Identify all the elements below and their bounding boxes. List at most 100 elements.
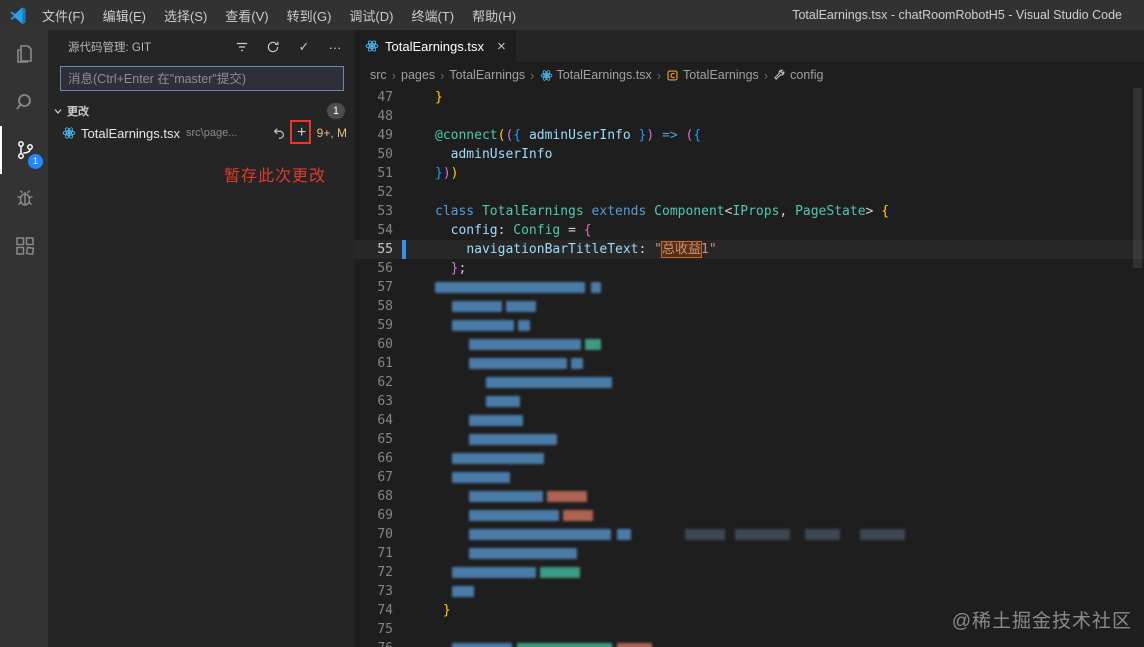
gutter-decorations [399, 563, 435, 582]
modified-line-marker [402, 240, 406, 259]
gutter-decorations [399, 183, 435, 202]
chevron-right-icon: › [440, 67, 445, 83]
menu-item-4[interactable]: 转到(G) [278, 6, 341, 25]
refresh-icon[interactable] [265, 39, 281, 55]
stage-changes-icon[interactable]: + [289, 120, 311, 144]
code-line-56: 56 }; [355, 259, 1144, 278]
activity-search-icon[interactable] [0, 78, 48, 126]
line-number: 72 [377, 565, 393, 580]
gutter-decorations [399, 202, 435, 221]
gutter-decorations [399, 468, 435, 487]
more-actions-icon[interactable]: ··· [327, 39, 343, 55]
gutter-decorations [399, 544, 435, 563]
commit-check-icon[interactable]: ✓ [296, 39, 312, 55]
code-text [435, 430, 1144, 449]
activity-extensions-icon[interactable] [0, 222, 48, 270]
discard-changes-icon[interactable] [271, 125, 287, 141]
line-number: 50 [377, 147, 393, 162]
changes-section-header[interactable]: 更改 1 [48, 100, 355, 122]
gutter-decorations [399, 411, 435, 430]
breadcrumb-item-src[interactable]: src [370, 68, 387, 82]
changes-count-badge: 1 [326, 103, 345, 119]
menu-item-6[interactable]: 终端(T) [402, 6, 463, 25]
code-text [435, 297, 1144, 316]
menu-item-2[interactable]: 选择(S) [155, 6, 216, 25]
gutter-decorations [399, 601, 435, 620]
code-text [435, 392, 1144, 411]
chevron-right-icon: › [763, 67, 769, 83]
gutter-decorations [399, 126, 435, 145]
line-number: 57 [377, 280, 393, 295]
gutter-decorations [399, 525, 435, 544]
code-line-66: 66 [355, 449, 1144, 468]
redacted-code-block [469, 434, 557, 445]
breadcrumb-item-TotalEarnings[interactable]: TotalEarnings [449, 68, 525, 82]
activity-source-control-icon[interactable]: 1 [0, 126, 48, 174]
redacted-code-block [805, 529, 840, 540]
redacted-code-block [735, 529, 790, 540]
tab-totalearnings[interactable]: TotalEarnings.tsx × [355, 30, 516, 62]
redacted-code-block [585, 339, 601, 350]
code-line-67: 67 [355, 468, 1144, 487]
menu-item-3[interactable]: 查看(V) [216, 6, 277, 25]
editor-area: TotalEarnings.tsx × src › pages › TotalEarni… [355, 30, 1144, 647]
file-name: TotalEarnings.tsx [81, 125, 180, 141]
line-number: 58 [377, 299, 393, 314]
line-number: 69 [377, 508, 393, 523]
menu-item-7[interactable]: 帮助(H) [463, 6, 525, 25]
gutter-decorations [399, 392, 435, 411]
chevron-right-icon: › [530, 67, 535, 83]
code-line-47: 47} [355, 88, 1144, 107]
menu-item-1[interactable]: 编辑(E) [94, 6, 155, 25]
chevron-right-icon: › [391, 67, 397, 83]
breadcrumb-item-TotalEarnings[interactable]: TotalEarnings [666, 68, 759, 82]
gutter-decorations [399, 88, 435, 107]
gutter-decorations [399, 487, 435, 506]
redacted-code-block [469, 358, 567, 369]
breadcrumb-item-pages[interactable]: pages [401, 68, 435, 82]
line-number: 60 [377, 337, 393, 352]
redacted-code-block [486, 396, 520, 407]
activity-bar: 1 [0, 30, 48, 647]
activity-explorer-icon[interactable] [0, 30, 48, 78]
code-line-59: 59 [355, 316, 1144, 335]
code-area[interactable]: 47} 48 49 @connect(({ adminUserInfo }) => (… [355, 88, 1144, 647]
code-text [435, 335, 1144, 354]
gutter-decorations [399, 639, 435, 647]
redacted-code-block [469, 415, 523, 426]
breadcrumb-item-config[interactable]: config [773, 68, 824, 82]
filter-icon[interactable] [234, 39, 250, 55]
redacted-code-block [486, 377, 612, 388]
line-number: 76 [355, 639, 399, 647]
line-number: 54 [377, 223, 393, 238]
menu-item-0[interactable]: 文件(F) [33, 6, 94, 25]
code-text [435, 544, 1144, 563]
code-text [435, 449, 1144, 468]
code-text [435, 639, 1144, 647]
redacted-code-block [617, 643, 652, 647]
line-number: 71 [377, 546, 393, 561]
close-icon[interactable]: × [497, 38, 506, 55]
line-number: 56 [377, 261, 393, 276]
window-title: TotalEarnings.tsx - chatRoomRobotH5 - Vi… [792, 8, 1122, 22]
redacted-code-block [469, 510, 559, 521]
react-file-icon [540, 69, 553, 82]
changed-file-row[interactable]: TotalEarnings.tsx src\page... + 9+, M [48, 120, 355, 144]
gutter-decorations [399, 240, 435, 259]
redacted-code-block [452, 301, 502, 312]
redacted-code-block [469, 491, 543, 502]
git-status-label: 9+, M [316, 126, 347, 140]
redacted-code-block [540, 567, 580, 578]
vertical-scrollbar[interactable] [1133, 88, 1142, 268]
code-text [435, 278, 1144, 297]
code-line-68: 68 [355, 487, 1144, 506]
commit-message-input[interactable] [60, 66, 344, 91]
gutter-decorations [399, 107, 435, 126]
activity-debug-icon[interactable] [0, 174, 48, 222]
breadcrumb-item-TotalEarnings.tsx[interactable]: TotalEarnings.tsx [540, 68, 652, 82]
gutter-decorations [399, 297, 435, 316]
menu-item-5[interactable]: 调试(D) [340, 6, 402, 25]
line-number: 68 [377, 489, 393, 504]
line-number: 49 [377, 128, 393, 143]
